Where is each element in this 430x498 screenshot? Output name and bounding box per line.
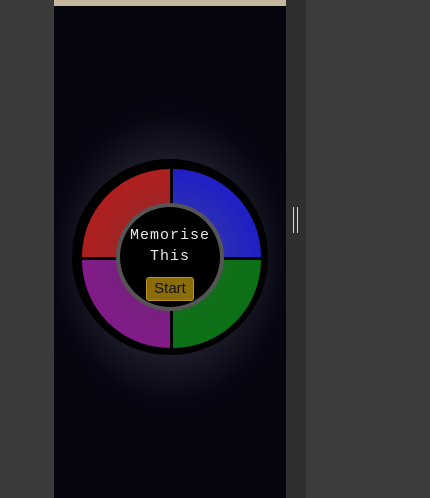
splitter-grip-icon[interactable] [293, 207, 299, 233]
center-hub: Memorise This Start [120, 207, 220, 307]
right-pane [306, 0, 430, 498]
game-title-line-1: Memorise [129, 227, 210, 244]
left-pane [0, 0, 54, 498]
game-title-line-2: This [149, 248, 190, 265]
pane-splitter[interactable] [286, 0, 306, 498]
top-strip [54, 0, 286, 6]
game-viewport: Memorise This Start [54, 0, 286, 498]
game-board: Memorise This Start [72, 159, 268, 355]
start-button[interactable]: Start [146, 277, 194, 301]
